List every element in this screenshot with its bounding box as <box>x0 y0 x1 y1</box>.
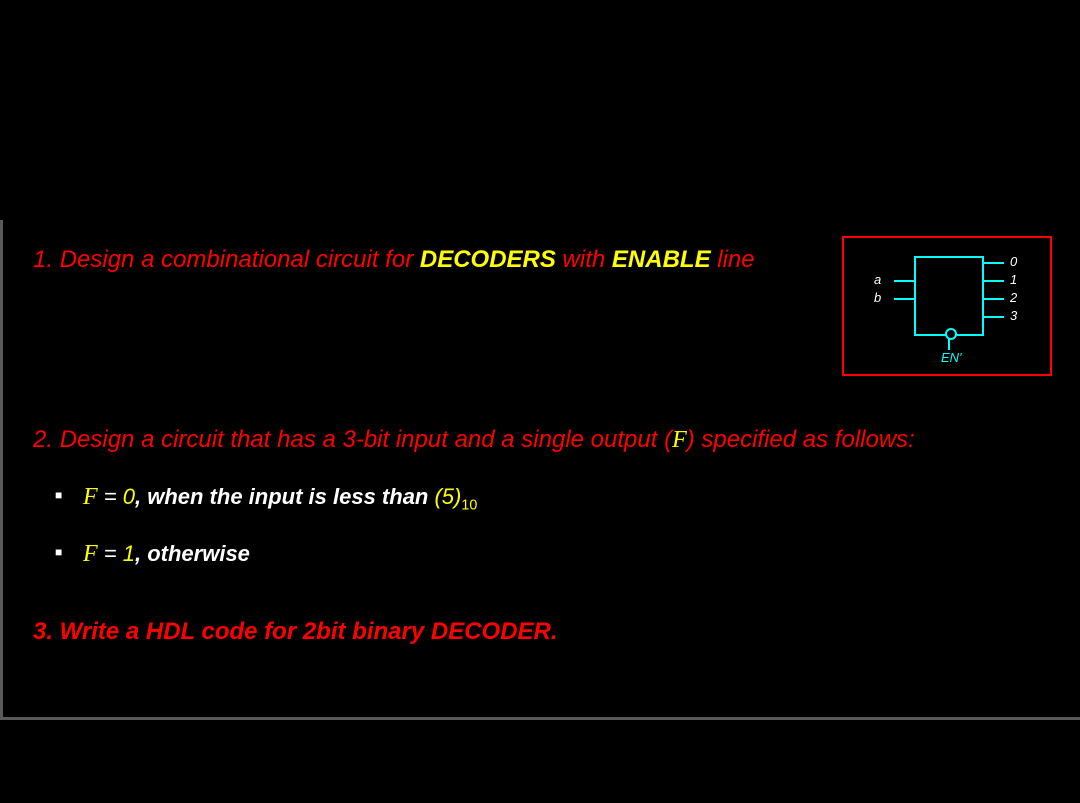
q1-number: 1. <box>33 246 60 273</box>
label-a: a <box>874 272 881 287</box>
question-2-text: 2. Design a circuit that has a 3-bit inp… <box>33 426 1080 454</box>
pin-a <box>894 280 914 282</box>
q2-paren-close: ) <box>687 426 695 453</box>
b2-F: F <box>83 541 98 567</box>
slide-content: 1. Design a combinational circuit for DE… <box>0 220 1080 720</box>
label-out0: 0 <box>1010 254 1017 269</box>
label-b: b <box>874 290 881 305</box>
q1-enable: ENABLE <box>612 246 711 273</box>
bullet-2: F = 1, otherwise <box>83 541 1080 568</box>
decoder-diagram: a b EN' 0 1 2 3 <box>842 236 1052 376</box>
q2-part1: Design a circuit that has a 3-bit input … <box>60 426 664 453</box>
q2-part2: specified as follows: <box>695 426 915 453</box>
b1-F: F <box>83 484 98 510</box>
pin-out2 <box>984 298 1004 300</box>
q2-bullets: F = 0, when the input is less than (5)10… <box>33 484 1080 568</box>
b2-eq: = <box>98 541 123 566</box>
label-out3: 3 <box>1010 308 1017 323</box>
b2-txt: , otherwise <box>135 541 250 566</box>
question-1-row: 1. Design a combinational circuit for DE… <box>33 236 1080 376</box>
q1-part1: Design a combinational circuit for <box>60 246 420 273</box>
b1-five: (5) <box>434 484 461 509</box>
label-out2: 2 <box>1010 290 1017 305</box>
b1-val: 0 <box>123 484 135 509</box>
pin-b <box>894 298 914 300</box>
q2-paren-open: ( <box>664 426 672 453</box>
pin-out0 <box>984 262 1004 264</box>
label-out1: 1 <box>1010 272 1017 287</box>
b1-sub: 10 <box>461 497 477 513</box>
q2-F: F <box>672 427 687 453</box>
pin-enable <box>948 336 950 350</box>
q1-with: with <box>556 246 612 273</box>
decoder-chip <box>914 256 984 336</box>
b1-eq: = <box>98 484 123 509</box>
b1-txt: , when the input is less than <box>135 484 434 509</box>
label-enable: EN' <box>941 350 962 365</box>
q2-number: 2. <box>33 426 60 453</box>
pin-out1 <box>984 280 1004 282</box>
q1-line: line <box>711 246 755 273</box>
q1-decoders: DECODERS <box>420 246 556 273</box>
b2-val: 1 <box>123 541 135 566</box>
question-3-text: 3. Write a HDL code for 2bit binary DECO… <box>33 618 1080 646</box>
pin-out3 <box>984 316 1004 318</box>
bullet-1: F = 0, when the input is less than (5)10 <box>83 484 1080 513</box>
question-1-text: 1. Design a combinational circuit for DE… <box>33 236 842 274</box>
